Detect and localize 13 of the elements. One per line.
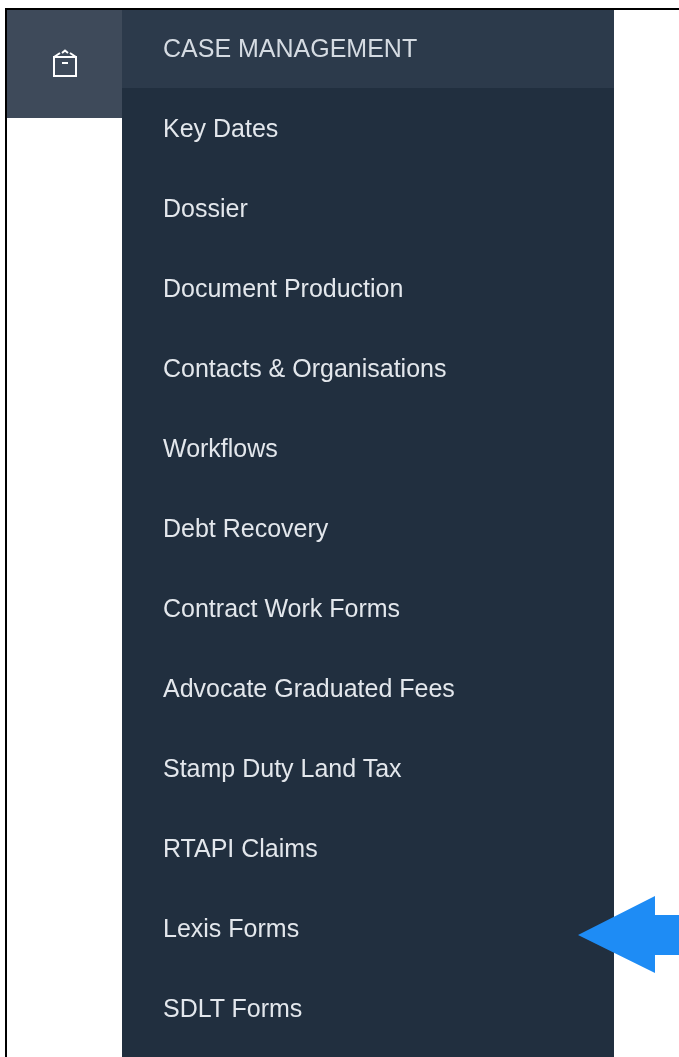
menu-item[interactable]: RTAPI Claims	[163, 808, 318, 888]
menu-item[interactable]: Workflows	[163, 408, 278, 488]
menu-item[interactable]: Document Production	[163, 248, 404, 328]
menu-item[interactable]: Contract Work Forms	[163, 568, 401, 648]
menu-item[interactable]: Key Dates	[163, 88, 279, 168]
menu-item[interactable]: Dossier	[163, 168, 248, 248]
menu-item[interactable]: SDLT Forms	[163, 968, 303, 1048]
menu-item[interactable]: Advocate Graduated Fees	[163, 648, 455, 728]
menu-header: CASE MANAGEMENT	[122, 10, 614, 88]
menu-item[interactable]: Contacts & Organisations	[163, 328, 447, 408]
menu-item[interactable]: Stamp Duty Land Tax	[163, 728, 402, 808]
menu-item[interactable]: Lexis Forms	[163, 888, 300, 968]
menu-item[interactable]: Debt Recovery	[163, 488, 329, 568]
